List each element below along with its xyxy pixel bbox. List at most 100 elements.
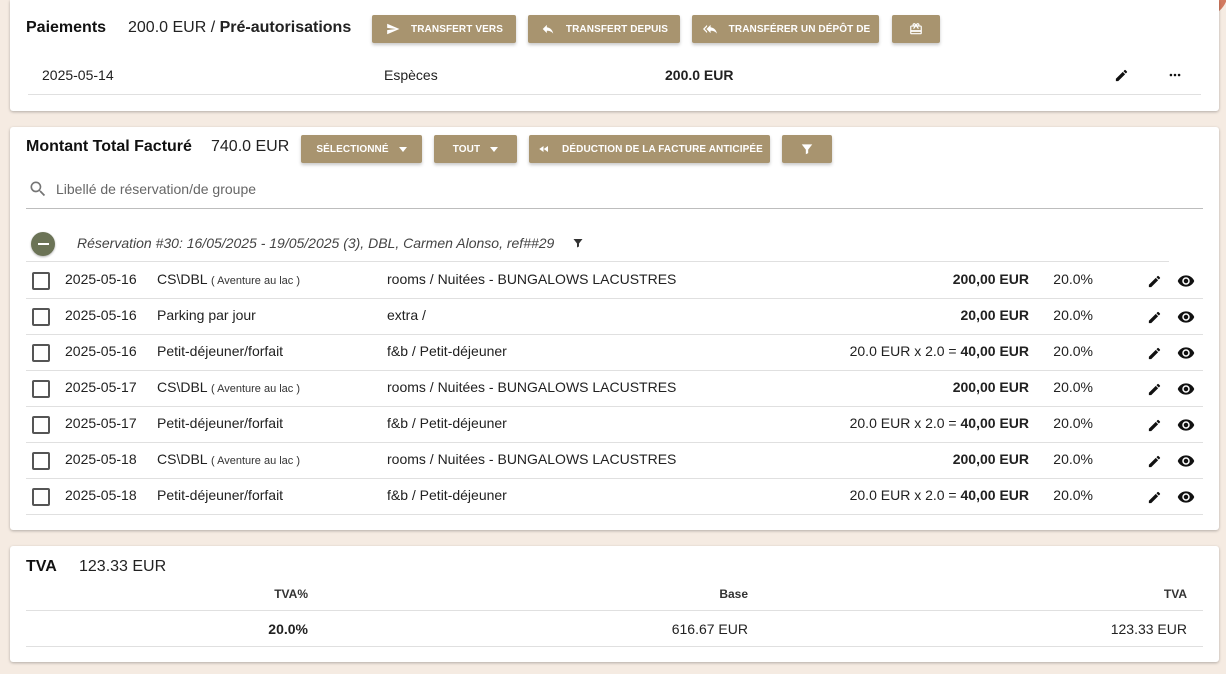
vat-row-rate: 20.0% — [268, 621, 308, 637]
payments-separator: / — [210, 19, 216, 36]
selected-dropdown-button[interactable]: SÉLECTIONNÉ — [301, 135, 422, 163]
row-item-name: CS\DBL — [157, 451, 208, 467]
funnel-icon — [801, 144, 813, 155]
transfer-deposit-label: TRANSFÉRER UN DÉPÔT DE — [728, 23, 871, 35]
view-item-button[interactable] — [1176, 379, 1196, 399]
payments-amount-value: 200.0 EUR — [128, 19, 207, 36]
view-item-button[interactable] — [1176, 271, 1196, 291]
row-date: 2025-05-18 — [65, 451, 137, 467]
row-category: extra / — [387, 307, 426, 323]
all-dropdown-button[interactable]: TOUT — [434, 135, 517, 163]
billed-card: Montant Total Facturé 740.0 EUR SÉLECTIO… — [10, 127, 1219, 530]
filter-button[interactable] — [782, 135, 832, 163]
view-item-button[interactable] — [1176, 307, 1196, 327]
edit-item-button[interactable] — [1144, 487, 1164, 507]
row-vat-rate: 20.0% — [1053, 271, 1093, 287]
row-date: 2025-05-17 — [65, 415, 137, 431]
row-price: 200,00 EUR — [770, 379, 1029, 395]
search-underline — [26, 208, 1203, 209]
edit-item-button[interactable] — [1144, 343, 1164, 363]
row-select-checkbox[interactable] — [32, 272, 50, 290]
payment-row-divider — [28, 94, 1201, 95]
row-category: rooms / Nuitées - BUNGALOWS LACUSTRES — [387, 271, 677, 287]
vat-row-base: 616.67 EUR — [671, 621, 748, 637]
transfer-from-button[interactable]: TRANSFERT DEPUIS — [528, 15, 680, 43]
row-select-checkbox[interactable] — [32, 488, 50, 506]
edit-item-button[interactable] — [1144, 379, 1164, 399]
minus-icon — [37, 243, 49, 245]
row-item-note: ( Aventure au lac ) — [210, 275, 301, 287]
eye-icon — [1177, 311, 1195, 323]
view-item-button[interactable] — [1176, 487, 1196, 507]
row-item-note: ( Aventure au lac ) — [210, 455, 301, 467]
pencil-icon — [1148, 383, 1160, 395]
payment-amount: 200.0 EUR — [665, 67, 734, 83]
row-amount: 20,00 EUR — [960, 307, 1029, 323]
pencil-icon — [1148, 311, 1160, 323]
group-divider — [26, 261, 1169, 262]
edit-item-button[interactable] — [1144, 307, 1164, 327]
row-vat-rate: 20.0% — [1053, 415, 1093, 431]
view-item-button[interactable] — [1176, 451, 1196, 471]
transfer-from-label: TRANSFERT DEPUIS — [565, 23, 669, 35]
row-vat-rate: 20.0% — [1053, 343, 1093, 359]
chevron-down-icon — [490, 146, 499, 152]
row-amount: 40,00 EUR — [960, 415, 1029, 431]
row-price: 20.0 EUR x 2.0 = 40,00 EUR — [770, 487, 1029, 503]
row-item: Parking par jour — [157, 307, 256, 323]
row-category: rooms / Nuitées - BUNGALOWS LACUSTRES — [387, 451, 677, 467]
row-select-checkbox[interactable] — [32, 344, 50, 362]
preauth-label[interactable]: Pré-autorisations — [220, 19, 352, 36]
search-input[interactable]: Libellé de réservation/de groupe — [56, 181, 256, 197]
reply-icon — [542, 24, 554, 34]
row-category: f&b / Petit-déjeuner — [387, 415, 507, 431]
row-item-name: Parking par jour — [157, 307, 256, 323]
row-item: Petit-déjeuner/forfait — [157, 343, 283, 359]
vat-card: TVA 123.33 EUR TVA% Base TVA 20.0% 616.6… — [10, 546, 1219, 662]
view-item-button[interactable] — [1176, 343, 1196, 363]
row-item-name: CS\DBL — [157, 271, 208, 287]
vat-title: TVA — [26, 558, 57, 575]
payments-title: Paiements — [26, 19, 107, 36]
view-item-button[interactable] — [1176, 415, 1196, 435]
billed-amount: 740.0 EUR — [211, 138, 290, 155]
edit-item-button[interactable] — [1144, 271, 1164, 291]
transfer-to-button[interactable]: TRANSFERT VERS — [372, 15, 516, 43]
row-item: Petit-déjeuner/forfait — [157, 487, 283, 503]
payment-more-button[interactable] — [1165, 65, 1185, 85]
row-select-checkbox[interactable] — [32, 308, 50, 326]
row-divider — [26, 514, 1203, 515]
edit-payment-button[interactable] — [1111, 65, 1131, 85]
row-select-checkbox[interactable] — [32, 416, 50, 434]
row-divider — [26, 478, 1203, 479]
row-date: 2025-05-17 — [65, 379, 137, 395]
eye-icon — [1177, 455, 1195, 467]
collapse-group-button[interactable] — [31, 232, 55, 256]
deduction-label: DÉDUCTION DE LA FACTURE ANTICIPÉE — [562, 143, 763, 155]
pencil-icon — [1148, 491, 1160, 503]
transfer-deposit-button[interactable]: TRANSFÉRER UN DÉPÔT DE — [692, 15, 879, 43]
payments-card: Paiements 200.0 EUR / Pré-autorisations … — [10, 0, 1219, 111]
funnel-icon[interactable] — [572, 237, 584, 249]
gift-card-button[interactable] — [892, 15, 940, 43]
billed-title: Montant Total Facturé — [26, 138, 192, 155]
vat-header-rate: TVA% — [274, 587, 308, 601]
row-select-checkbox[interactable] — [32, 380, 50, 398]
payments-amount: 200.0 EUR / Pré-autorisations — [128, 19, 351, 37]
row-date: 2025-05-16 — [65, 307, 137, 323]
row-calc: 20.0 EUR x 2.0 = — [849, 487, 957, 503]
row-select-checkbox[interactable] — [32, 452, 50, 470]
advance-invoice-deduction-button[interactable]: DÉDUCTION DE LA FACTURE ANTICIPÉE — [529, 135, 770, 163]
edit-item-button[interactable] — [1144, 415, 1164, 435]
row-item: CS\DBL ( Aventure au lac ) — [157, 451, 300, 467]
row-price: 20.0 EUR x 2.0 = 40,00 EUR — [770, 415, 1029, 431]
vat-row-divider — [26, 646, 1203, 647]
row-price: 20.0 EUR x 2.0 = 40,00 EUR — [770, 343, 1029, 359]
vat-amount: 123.33 EUR — [79, 558, 167, 575]
eye-icon — [1177, 419, 1195, 431]
pencil-icon — [1115, 69, 1127, 81]
edit-item-button[interactable] — [1144, 451, 1164, 471]
row-item: CS\DBL ( Aventure au lac ) — [157, 271, 300, 287]
row-date: 2025-05-18 — [65, 487, 137, 503]
payment-date: 2025-05-14 — [42, 67, 114, 83]
